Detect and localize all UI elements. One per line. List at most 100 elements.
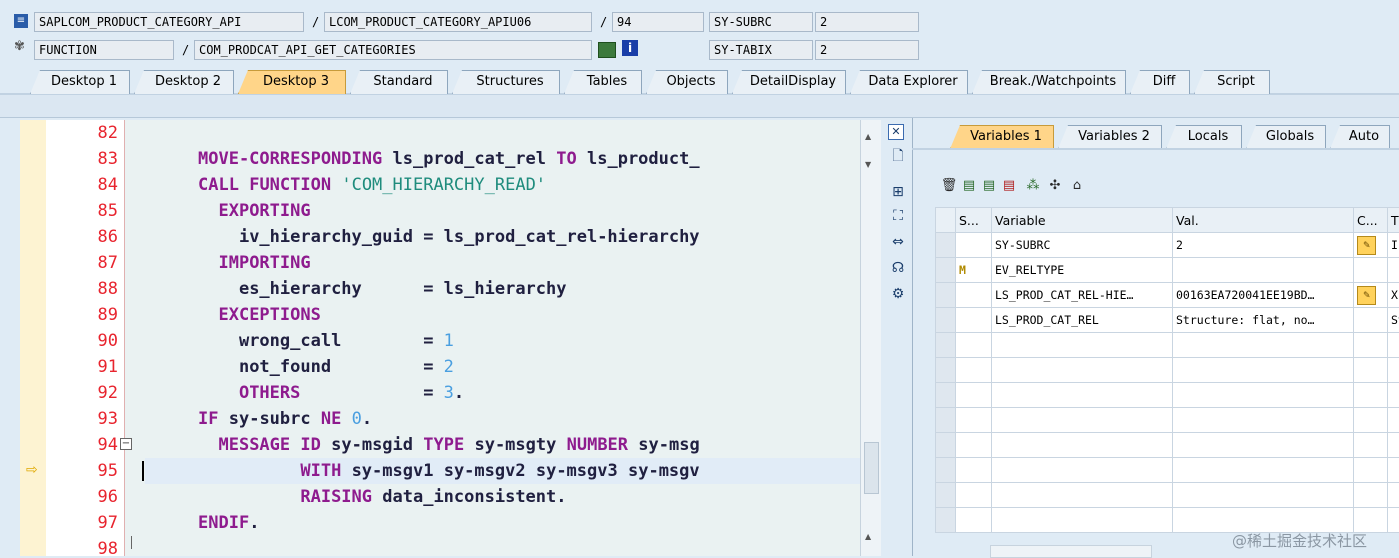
tree-icon[interactable]: ⚙ bbox=[888, 284, 908, 304]
tab-tables[interactable]: Tables bbox=[564, 70, 642, 94]
variable-value[interactable]: Structure: flat, no… bbox=[1173, 308, 1354, 333]
table-row[interactable]: SY-SUBRC 2 ✎ I( bbox=[936, 233, 1399, 258]
maximize-icon[interactable]: ⛶ bbox=[888, 206, 908, 226]
sysfield-1[interactable]: SY-SUBRC bbox=[709, 12, 813, 32]
sysfield-2[interactable]: SY-TABIX bbox=[709, 40, 813, 60]
tab-structures[interactable]: Structures bbox=[452, 70, 560, 94]
tab-auto[interactable]: Auto bbox=[1330, 125, 1390, 149]
tab-diff[interactable]: Diff bbox=[1130, 70, 1190, 94]
variable-name[interactable]: EV_RELTYPE bbox=[992, 258, 1173, 283]
tab-standard[interactable]: Standard bbox=[350, 70, 448, 94]
append-row-icon[interactable]: ▤ bbox=[980, 177, 998, 195]
row-selector[interactable] bbox=[936, 308, 956, 333]
table-row-empty[interactable] bbox=[936, 358, 1399, 383]
function-field[interactable]: COM_PRODCAT_API_GET_CATEGORIES bbox=[194, 40, 592, 60]
code-text: wrong_call = 1 bbox=[198, 328, 454, 354]
tab-script[interactable]: Script bbox=[1194, 70, 1270, 94]
tab-globals[interactable]: Globals bbox=[1246, 125, 1326, 149]
scroll-up-icon[interactable]: ▲ bbox=[865, 132, 871, 141]
table-row-empty[interactable] bbox=[936, 433, 1399, 458]
pencil-edit-icon[interactable]: ✎ bbox=[1357, 286, 1376, 305]
column-header-s[interactable]: S... bbox=[956, 208, 992, 233]
info-icon[interactable]: i bbox=[622, 40, 638, 56]
row-selector[interactable] bbox=[936, 283, 956, 308]
folder-icon[interactable]: ⌂ bbox=[1068, 177, 1086, 195]
table-row-empty[interactable] bbox=[936, 333, 1399, 358]
collapse-toggle-icon[interactable]: − bbox=[120, 438, 132, 450]
code-line: − 94 MESSAGE ID sy-msgid TYPE sy-msgty N… bbox=[20, 432, 880, 458]
watch-marker-icon: M bbox=[959, 263, 966, 277]
row-selector[interactable] bbox=[936, 433, 956, 458]
sysvalue-1[interactable]: 2 bbox=[815, 12, 919, 32]
headset-icon[interactable]: ☊ bbox=[888, 258, 908, 278]
line-number: 97 bbox=[46, 510, 118, 536]
tab-variables-2[interactable]: Variables 2 bbox=[1058, 125, 1162, 149]
row-selector[interactable] bbox=[936, 408, 956, 433]
row-selector[interactable] bbox=[936, 458, 956, 483]
row-selector[interactable] bbox=[936, 333, 956, 358]
variable-name[interactable]: SY-SUBRC bbox=[992, 233, 1173, 258]
table-row-empty[interactable] bbox=[936, 458, 1399, 483]
table-icon[interactable] bbox=[598, 42, 616, 58]
tab-detaildisplay[interactable]: DetailDisplay bbox=[732, 70, 846, 94]
tab-locals[interactable]: Locals bbox=[1166, 125, 1242, 149]
change-cell[interactable]: ✎ bbox=[1354, 233, 1388, 258]
row-selector[interactable] bbox=[936, 483, 956, 508]
code-line: 87 IMPORTING bbox=[20, 250, 880, 276]
code-editor[interactable]: 82 83 MOVE-CORRESPONDING ls_prod_cat_rel… bbox=[20, 120, 880, 556]
line-field[interactable]: 94 bbox=[612, 12, 704, 32]
column-header-variable[interactable]: Variable bbox=[992, 208, 1173, 233]
tab-desktop-3[interactable]: Desktop 3 bbox=[238, 70, 346, 94]
column-header-change[interactable]: C... bbox=[1354, 208, 1388, 233]
table-row-empty[interactable] bbox=[936, 483, 1399, 508]
tab-variables-1[interactable]: Variables 1 bbox=[950, 125, 1054, 149]
delete-row-icon[interactable]: ▤ bbox=[1000, 177, 1018, 195]
type-field[interactable]: FUNCTION bbox=[34, 40, 174, 60]
row-selector[interactable] bbox=[936, 358, 956, 383]
include-field[interactable]: LCOM_PRODUCT_CATEGORY_APIU06 bbox=[324, 12, 592, 32]
new-document-icon[interactable]: 🗋 bbox=[888, 146, 908, 166]
variable-value[interactable] bbox=[1173, 258, 1354, 283]
table-row-empty[interactable] bbox=[936, 408, 1399, 433]
row-selector[interactable] bbox=[936, 258, 956, 283]
variable-name[interactable]: LS_PROD_CAT_REL bbox=[992, 308, 1173, 333]
code-text: IMPORTING bbox=[198, 250, 311, 276]
sysvalue-2[interactable]: 2 bbox=[815, 40, 919, 60]
row-selector[interactable] bbox=[936, 233, 956, 258]
tab-desktop-1[interactable]: Desktop 1 bbox=[30, 70, 130, 94]
layout-icon[interactable]: ⊞ bbox=[888, 182, 908, 202]
pencil-edit-icon[interactable]: ✎ bbox=[1357, 236, 1376, 255]
variable-value[interactable]: 00163EA720041EE19BD… bbox=[1173, 283, 1354, 308]
scroll-thumb[interactable] bbox=[864, 442, 879, 494]
variable-value[interactable]: 2 bbox=[1173, 233, 1354, 258]
status-cell bbox=[956, 233, 992, 258]
insert-row-icon[interactable]: ▤ bbox=[960, 177, 978, 195]
move-icon[interactable]: ✣ bbox=[1046, 177, 1064, 195]
tab-data-explorer[interactable]: Data Explorer bbox=[850, 70, 968, 94]
column-header-selector[interactable] bbox=[936, 208, 956, 233]
tab-objects[interactable]: Objects bbox=[646, 70, 728, 94]
scroll-down-icon[interactable]: ▲ bbox=[865, 532, 871, 541]
table-hscroll[interactable] bbox=[990, 545, 1152, 558]
table-row[interactable]: M EV_RELTYPE bbox=[936, 258, 1399, 283]
column-header-value[interactable]: Val. bbox=[1173, 208, 1354, 233]
row-selector[interactable] bbox=[936, 383, 956, 408]
scroll-down-icon[interactable]: ▼ bbox=[865, 160, 871, 169]
tab-desktop-2[interactable]: Desktop 2 bbox=[134, 70, 234, 94]
table-row[interactable]: LS_PROD_CAT_REL-HIE… 00163EA720041EE19BD… bbox=[936, 283, 1399, 308]
close-icon[interactable]: ✕ bbox=[888, 124, 904, 140]
expand-width-icon[interactable]: ⇔ bbox=[888, 232, 908, 252]
delete-icon[interactable]: 🗑 bbox=[940, 177, 958, 195]
table-row[interactable]: LS_PROD_CAT_REL Structure: flat, no… St bbox=[936, 308, 1399, 333]
tab-breakpoints[interactable]: Break./Watchpoints bbox=[972, 70, 1126, 94]
table-row-empty[interactable] bbox=[936, 508, 1399, 533]
tree-view-icon[interactable]: ⁂ bbox=[1024, 177, 1042, 195]
row-selector[interactable] bbox=[936, 508, 956, 533]
program-field[interactable]: SAPLCOM_PRODUCT_CATEGORY_API bbox=[34, 12, 304, 32]
change-cell[interactable]: ✎ bbox=[1354, 283, 1388, 308]
column-header-type[interactable]: T bbox=[1388, 208, 1399, 233]
editor-scrollbar[interactable]: ▲ ▼ ▲ bbox=[860, 120, 881, 556]
empty-cell bbox=[992, 358, 1173, 383]
table-row-empty[interactable] bbox=[936, 383, 1399, 408]
variable-name[interactable]: LS_PROD_CAT_REL-HIE… bbox=[992, 283, 1173, 308]
